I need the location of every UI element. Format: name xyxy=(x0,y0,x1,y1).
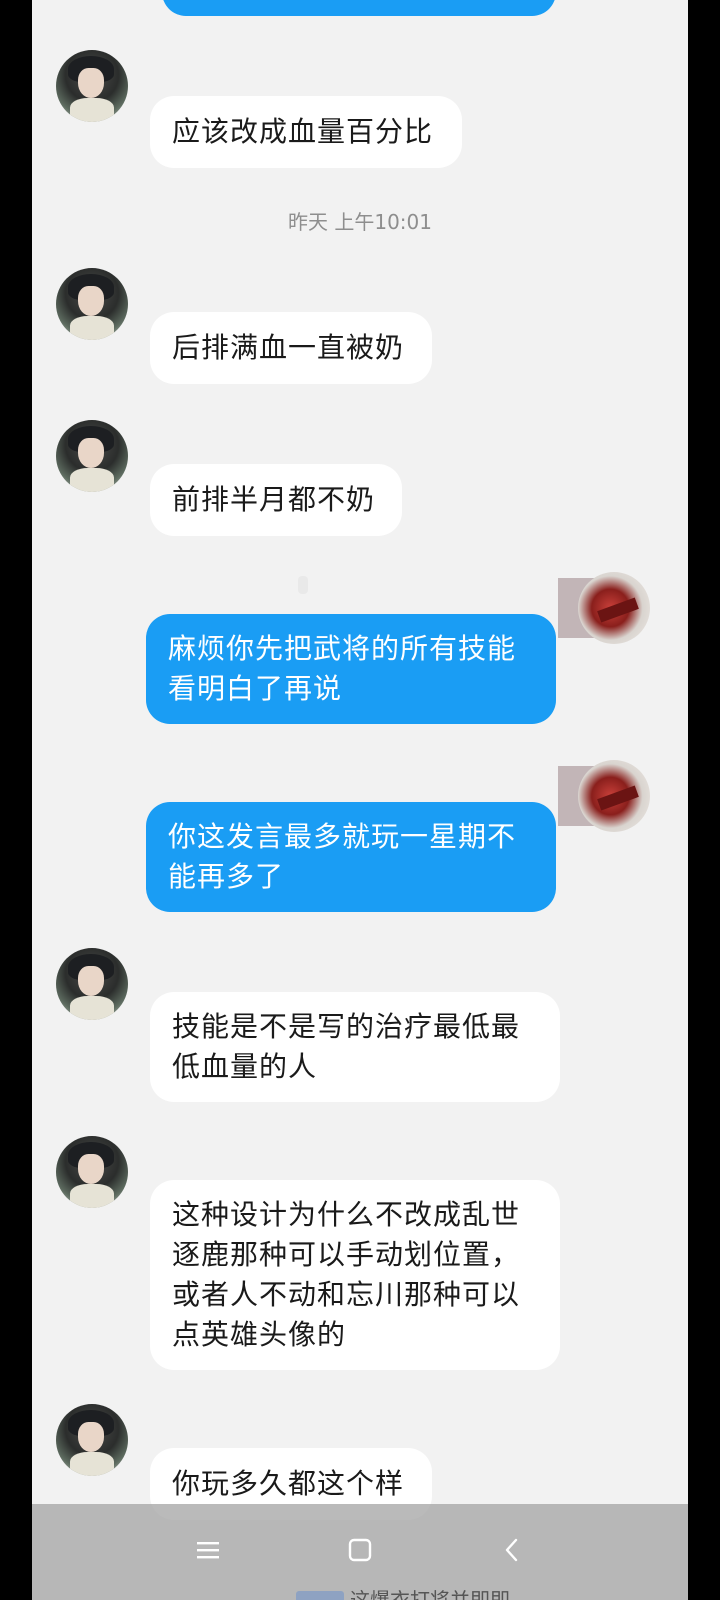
message-text: 应该改成血量百分比 xyxy=(172,115,434,148)
message-bubble-partial[interactable] xyxy=(162,0,556,16)
menu-icon xyxy=(197,1542,219,1559)
timestamp: 昨天 上午10:01 xyxy=(288,210,432,234)
avatar[interactable] xyxy=(56,948,128,1020)
avatar[interactable] xyxy=(56,268,128,340)
message-text: 后排满血一直被奶 xyxy=(172,331,405,364)
message-text: 这种设计为什么不改成乱世 逐鹿那种可以手动划位置， 或者人不动和忘川那种可以 点… xyxy=(172,1198,521,1351)
avatar[interactable] xyxy=(56,50,128,122)
message-bubble[interactable]: 应该改成血量百分比 xyxy=(150,96,462,168)
message-text: 技能是不是写的治疗最低最 低血量的人 xyxy=(172,1010,521,1083)
avatar[interactable] xyxy=(56,1404,128,1476)
message-text: 你这发言最多就玩一星期不 能再多了 xyxy=(168,820,517,893)
avatar[interactable] xyxy=(56,420,128,492)
avatar[interactable] xyxy=(578,760,650,832)
home-icon xyxy=(348,1538,372,1562)
avatar[interactable] xyxy=(56,1136,128,1208)
message-text: 你玩多久都这个样 xyxy=(172,1467,405,1500)
message-text: 前排半月都不奶 xyxy=(172,483,376,516)
next-message-peek: 这爆衣打将并即即 xyxy=(296,1588,510,1600)
member-tag xyxy=(296,1591,344,1600)
back-icon xyxy=(505,1538,518,1562)
avatar[interactable] xyxy=(578,572,650,644)
message-bubble[interactable]: 你这发言最多就玩一星期不 能再多了 xyxy=(146,802,556,912)
message-bubble[interactable]: 技能是不是写的治疗最低最 低血量的人 xyxy=(150,992,560,1102)
peek-text: 这爆衣打将并即即 xyxy=(350,1587,510,1600)
chat-screen[interactable]: 应该改成血量百分比 昨天 上午10:01 后排满血一直被奶 前排半月都不奶 麻烦… xyxy=(32,0,688,1600)
message-text: 麻烦你先把武将的所有技能 看明白了再说 xyxy=(168,632,517,705)
home-button[interactable] xyxy=(336,1526,384,1574)
back-button[interactable] xyxy=(488,1526,536,1574)
message-bubble[interactable]: 麻烦你先把武将的所有技能 看明白了再说 xyxy=(146,614,556,724)
menu-button[interactable] xyxy=(184,1526,232,1574)
message-bubble[interactable]: 前排半月都不奶 xyxy=(150,464,402,536)
sender-name-placeholder xyxy=(298,576,308,594)
message-bubble[interactable]: 这种设计为什么不改成乱世 逐鹿那种可以手动划位置， 或者人不动和忘川那种可以 点… xyxy=(150,1180,560,1370)
message-bubble[interactable]: 后排满血一直被奶 xyxy=(150,312,432,384)
